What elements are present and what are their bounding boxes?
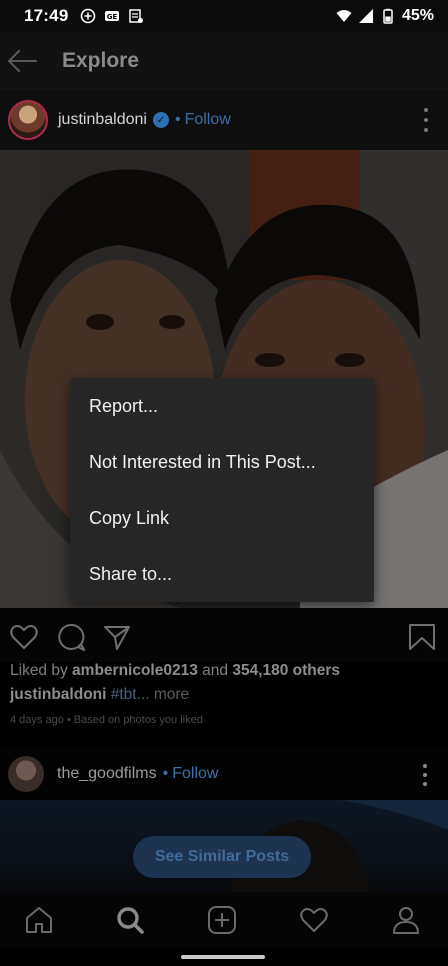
status-icons-left: GE <box>80 8 144 24</box>
battery-percent: 45% <box>401 7 434 24</box>
caption-hashtag[interactable]: #tbt <box>111 686 137 703</box>
profile-icon[interactable] <box>390 904 422 936</box>
separator-dot: • <box>162 765 169 782</box>
new-post-icon[interactable] <box>206 904 238 936</box>
status-bar: 17:49 GE 45% <box>0 0 448 32</box>
carrier-icon <box>129 9 144 23</box>
share-direct-icon[interactable] <box>102 622 132 652</box>
follow-button[interactable]: Follow <box>185 111 231 129</box>
page-title: Explore <box>62 49 140 72</box>
post-header: justinbaldoni ✓ • Follow <box>0 90 448 150</box>
second-post-username[interactable]: the_goodfilms <box>57 765 157 783</box>
separator-dot: • <box>174 111 181 128</box>
more-options-icon[interactable] <box>422 764 428 786</box>
battery-icon <box>383 8 393 24</box>
caption-more-link[interactable]: ... more <box>137 686 190 703</box>
status-time: 17:49 <box>24 6 69 25</box>
liked-by-others[interactable]: 354,180 others <box>232 662 340 679</box>
signal-icon <box>358 9 373 23</box>
wifi-icon <box>336 10 352 22</box>
menu-item-not-interested[interactable]: Not Interested in This Post... <box>70 434 374 490</box>
activity-heart-icon[interactable] <box>298 904 330 936</box>
back-arrow-icon[interactable] <box>6 45 38 77</box>
liked-by-user[interactable]: ambernicole0213 <box>72 662 198 679</box>
svg-text:GE: GE <box>107 13 118 21</box>
search-icon[interactable] <box>114 904 146 936</box>
second-follow-button[interactable]: Follow <box>172 765 218 783</box>
menu-item-copy-link[interactable]: Copy Link <box>70 490 374 546</box>
likes-line: Liked by ambernicole0213 and 354,180 oth… <box>10 662 340 680</box>
save-bookmark-icon[interactable] <box>407 622 437 652</box>
caption-line: justinbaldoni #tbt... more <box>10 686 189 704</box>
comment-icon[interactable] <box>56 622 86 652</box>
menu-item-report[interactable]: Report... <box>70 378 374 434</box>
verified-badge-icon: ✓ <box>152 112 169 128</box>
ge-icon: GE <box>105 11 120 21</box>
home-icon[interactable] <box>23 904 55 936</box>
like-heart-icon[interactable] <box>9 622 39 652</box>
more-options-icon[interactable] <box>422 108 430 132</box>
second-post-header: the_goodfilms • Follow <box>0 748 448 800</box>
avatar[interactable] <box>8 756 44 792</box>
avatar[interactable] <box>8 100 48 140</box>
post-options-menu: Report... Not Interested in This Post...… <box>70 378 374 602</box>
liked-by-prefix: Liked by <box>10 662 68 679</box>
see-similar-posts-button[interactable]: See Similar Posts <box>133 836 311 878</box>
bottom-nav <box>0 892 448 948</box>
circle-plus-icon <box>81 8 96 24</box>
caption-username[interactable]: justinbaldoni <box>10 686 106 703</box>
home-gesture-pill[interactable] <box>181 955 265 959</box>
post-actions <box>0 608 448 662</box>
liked-by-and: and <box>202 662 229 679</box>
menu-item-share-to[interactable]: Share to... <box>70 546 374 602</box>
post-meta: 4 days ago • Based on photos you liked <box>10 714 203 726</box>
app-header: Explore <box>0 32 448 90</box>
status-icons-right: 45% <box>336 7 434 25</box>
post-username[interactable]: justinbaldoni <box>58 111 147 129</box>
